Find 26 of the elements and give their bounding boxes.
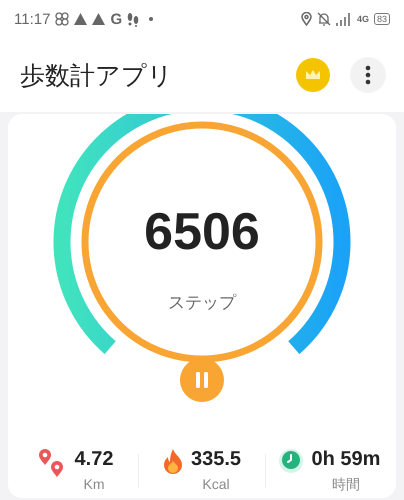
fan-icon — [55, 12, 70, 26]
step-count: 6506 — [144, 202, 260, 262]
footprints-icon — [127, 12, 140, 26]
stat-unit: Kcal — [201, 476, 231, 492]
more-icon — [365, 65, 371, 85]
notification-letter: G — [110, 10, 122, 28]
location-icon — [300, 12, 312, 26]
stat-value: 335.5 — [190, 447, 242, 472]
signal-icon — [336, 12, 352, 26]
flame-icon — [162, 448, 183, 474]
crown-icon[interactable] — [296, 58, 330, 92]
pause-icon — [196, 372, 208, 388]
stat-unit: 時間 — [331, 476, 361, 494]
muted-bell-icon — [316, 12, 331, 26]
clock-icon — [278, 448, 304, 474]
stat-value: 4.72 — [74, 447, 114, 472]
step-label: ステップ — [168, 292, 236, 314]
battery-level: 83 — [374, 13, 390, 25]
stat-unit: Km — [82, 476, 106, 492]
clock-time: 11:17 — [14, 10, 50, 28]
stat-value: 0h 59m — [312, 447, 380, 472]
network-type: 4G — [356, 14, 369, 24]
triangle-icon — [92, 13, 106, 25]
app-title: 歩数計アプリ — [20, 60, 174, 92]
more-menu-button[interactable] — [350, 57, 386, 93]
triangle-icon — [74, 13, 88, 25]
